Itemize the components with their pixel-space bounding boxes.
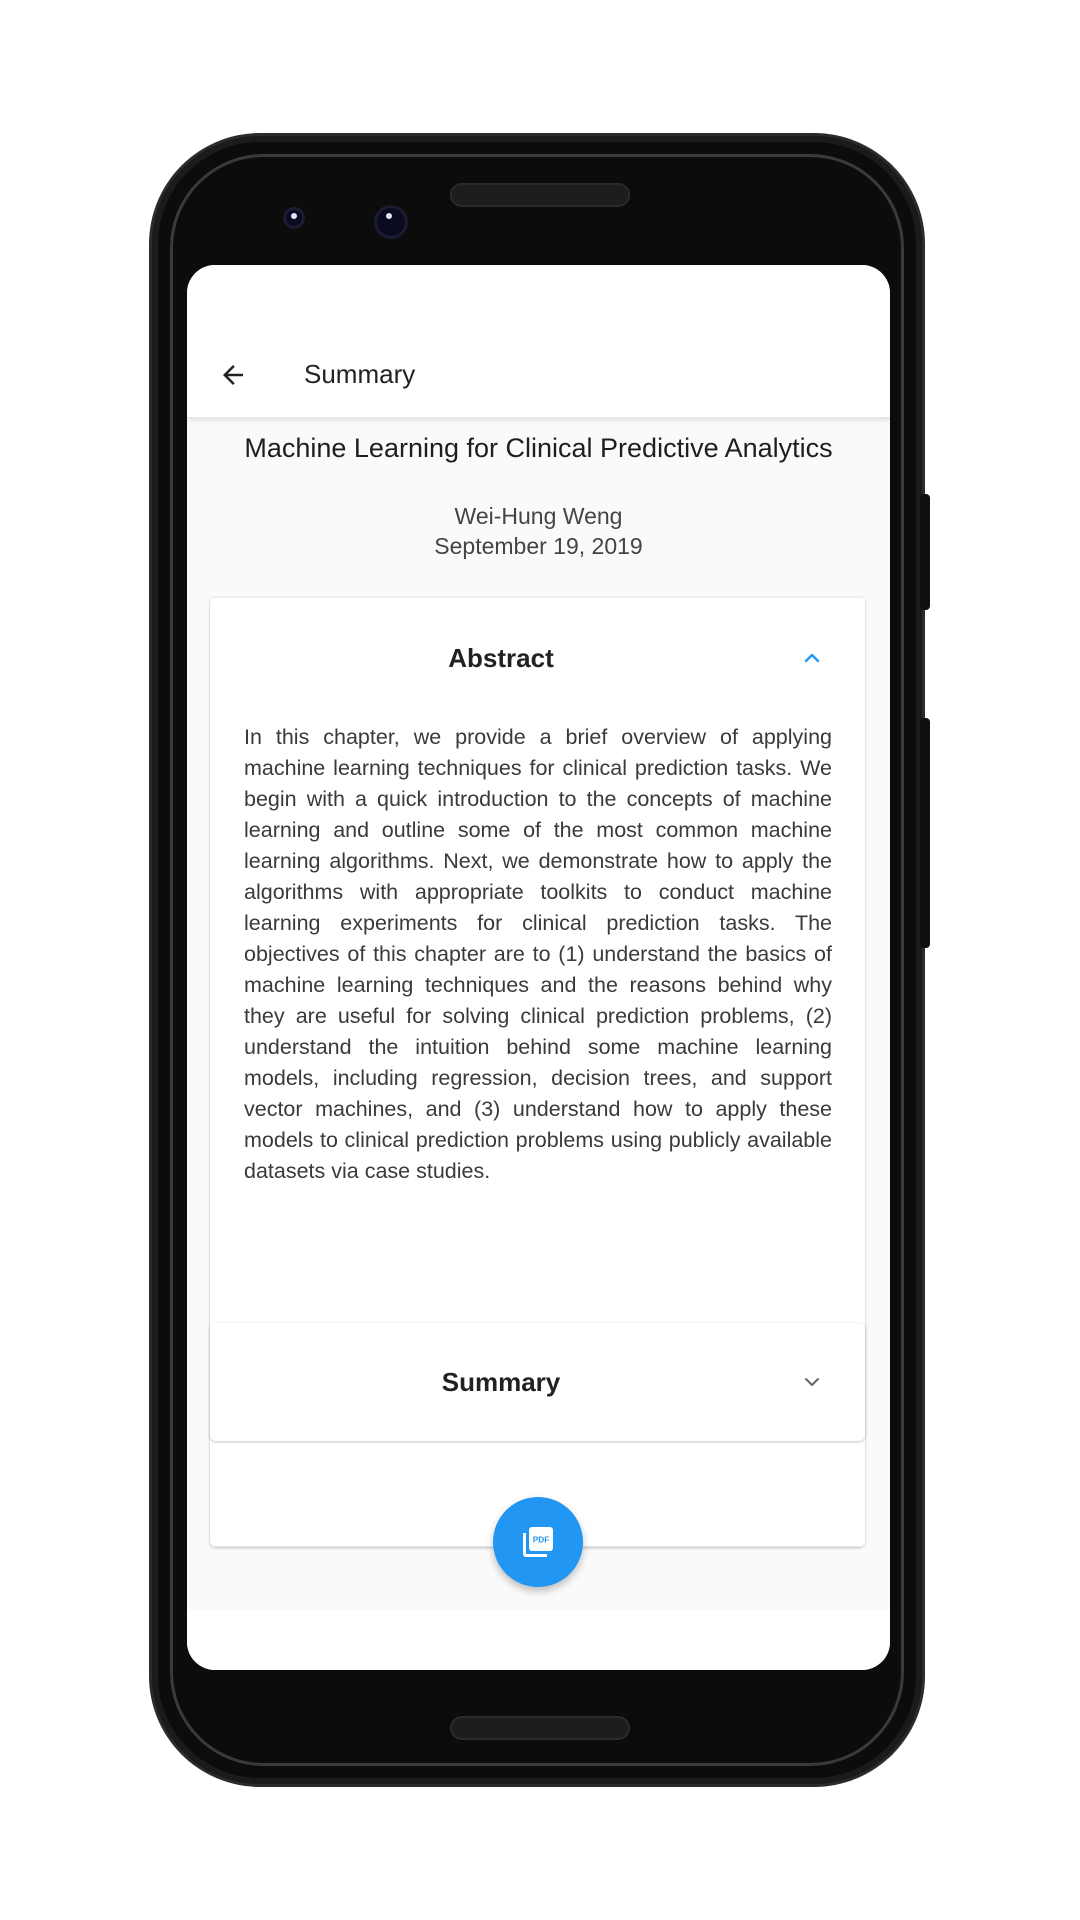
- back-button[interactable]: [215, 357, 251, 393]
- front-camera: [283, 207, 305, 229]
- summary-header[interactable]: Summary: [210, 1367, 792, 1398]
- volume-button: [920, 494, 930, 610]
- paper-author: Wei-Hung Weng: [454, 503, 623, 529]
- chevron-up-icon: [804, 653, 820, 663]
- paper-date: September 19, 2019: [434, 533, 643, 559]
- pdf-icon-label: PDF: [533, 1535, 550, 1544]
- abstract-text: In this chapter, we provide a brief over…: [244, 725, 832, 1183]
- abstract-header[interactable]: Abstract: [210, 643, 792, 674]
- divider: [210, 597, 865, 598]
- summary-panel[interactable]: Summary: [210, 1323, 865, 1441]
- abstract-toggle-button[interactable]: [799, 645, 825, 671]
- front-camera-secondary: [374, 205, 408, 239]
- arrow-left-icon: [223, 365, 243, 385]
- summary-toggle-button[interactable]: [799, 1369, 825, 1395]
- chevron-down-icon: [805, 1378, 819, 1386]
- bottom-area: [187, 1610, 890, 1670]
- paper-title: Machine Learning for Clinical Predictive…: [244, 433, 833, 463]
- bottom-speaker: [450, 1716, 630, 1740]
- earpiece-speaker: [450, 183, 630, 207]
- app-screen: Summary Machine Learning for Clinical Pr…: [187, 265, 890, 1670]
- power-button: [920, 718, 930, 948]
- app-bar: Summary: [187, 265, 890, 419]
- page-title: Summary: [304, 359, 416, 389]
- pdf-icon: PDF: [523, 1527, 553, 1557]
- pdf-fab-button[interactable]: PDF: [493, 1497, 583, 1587]
